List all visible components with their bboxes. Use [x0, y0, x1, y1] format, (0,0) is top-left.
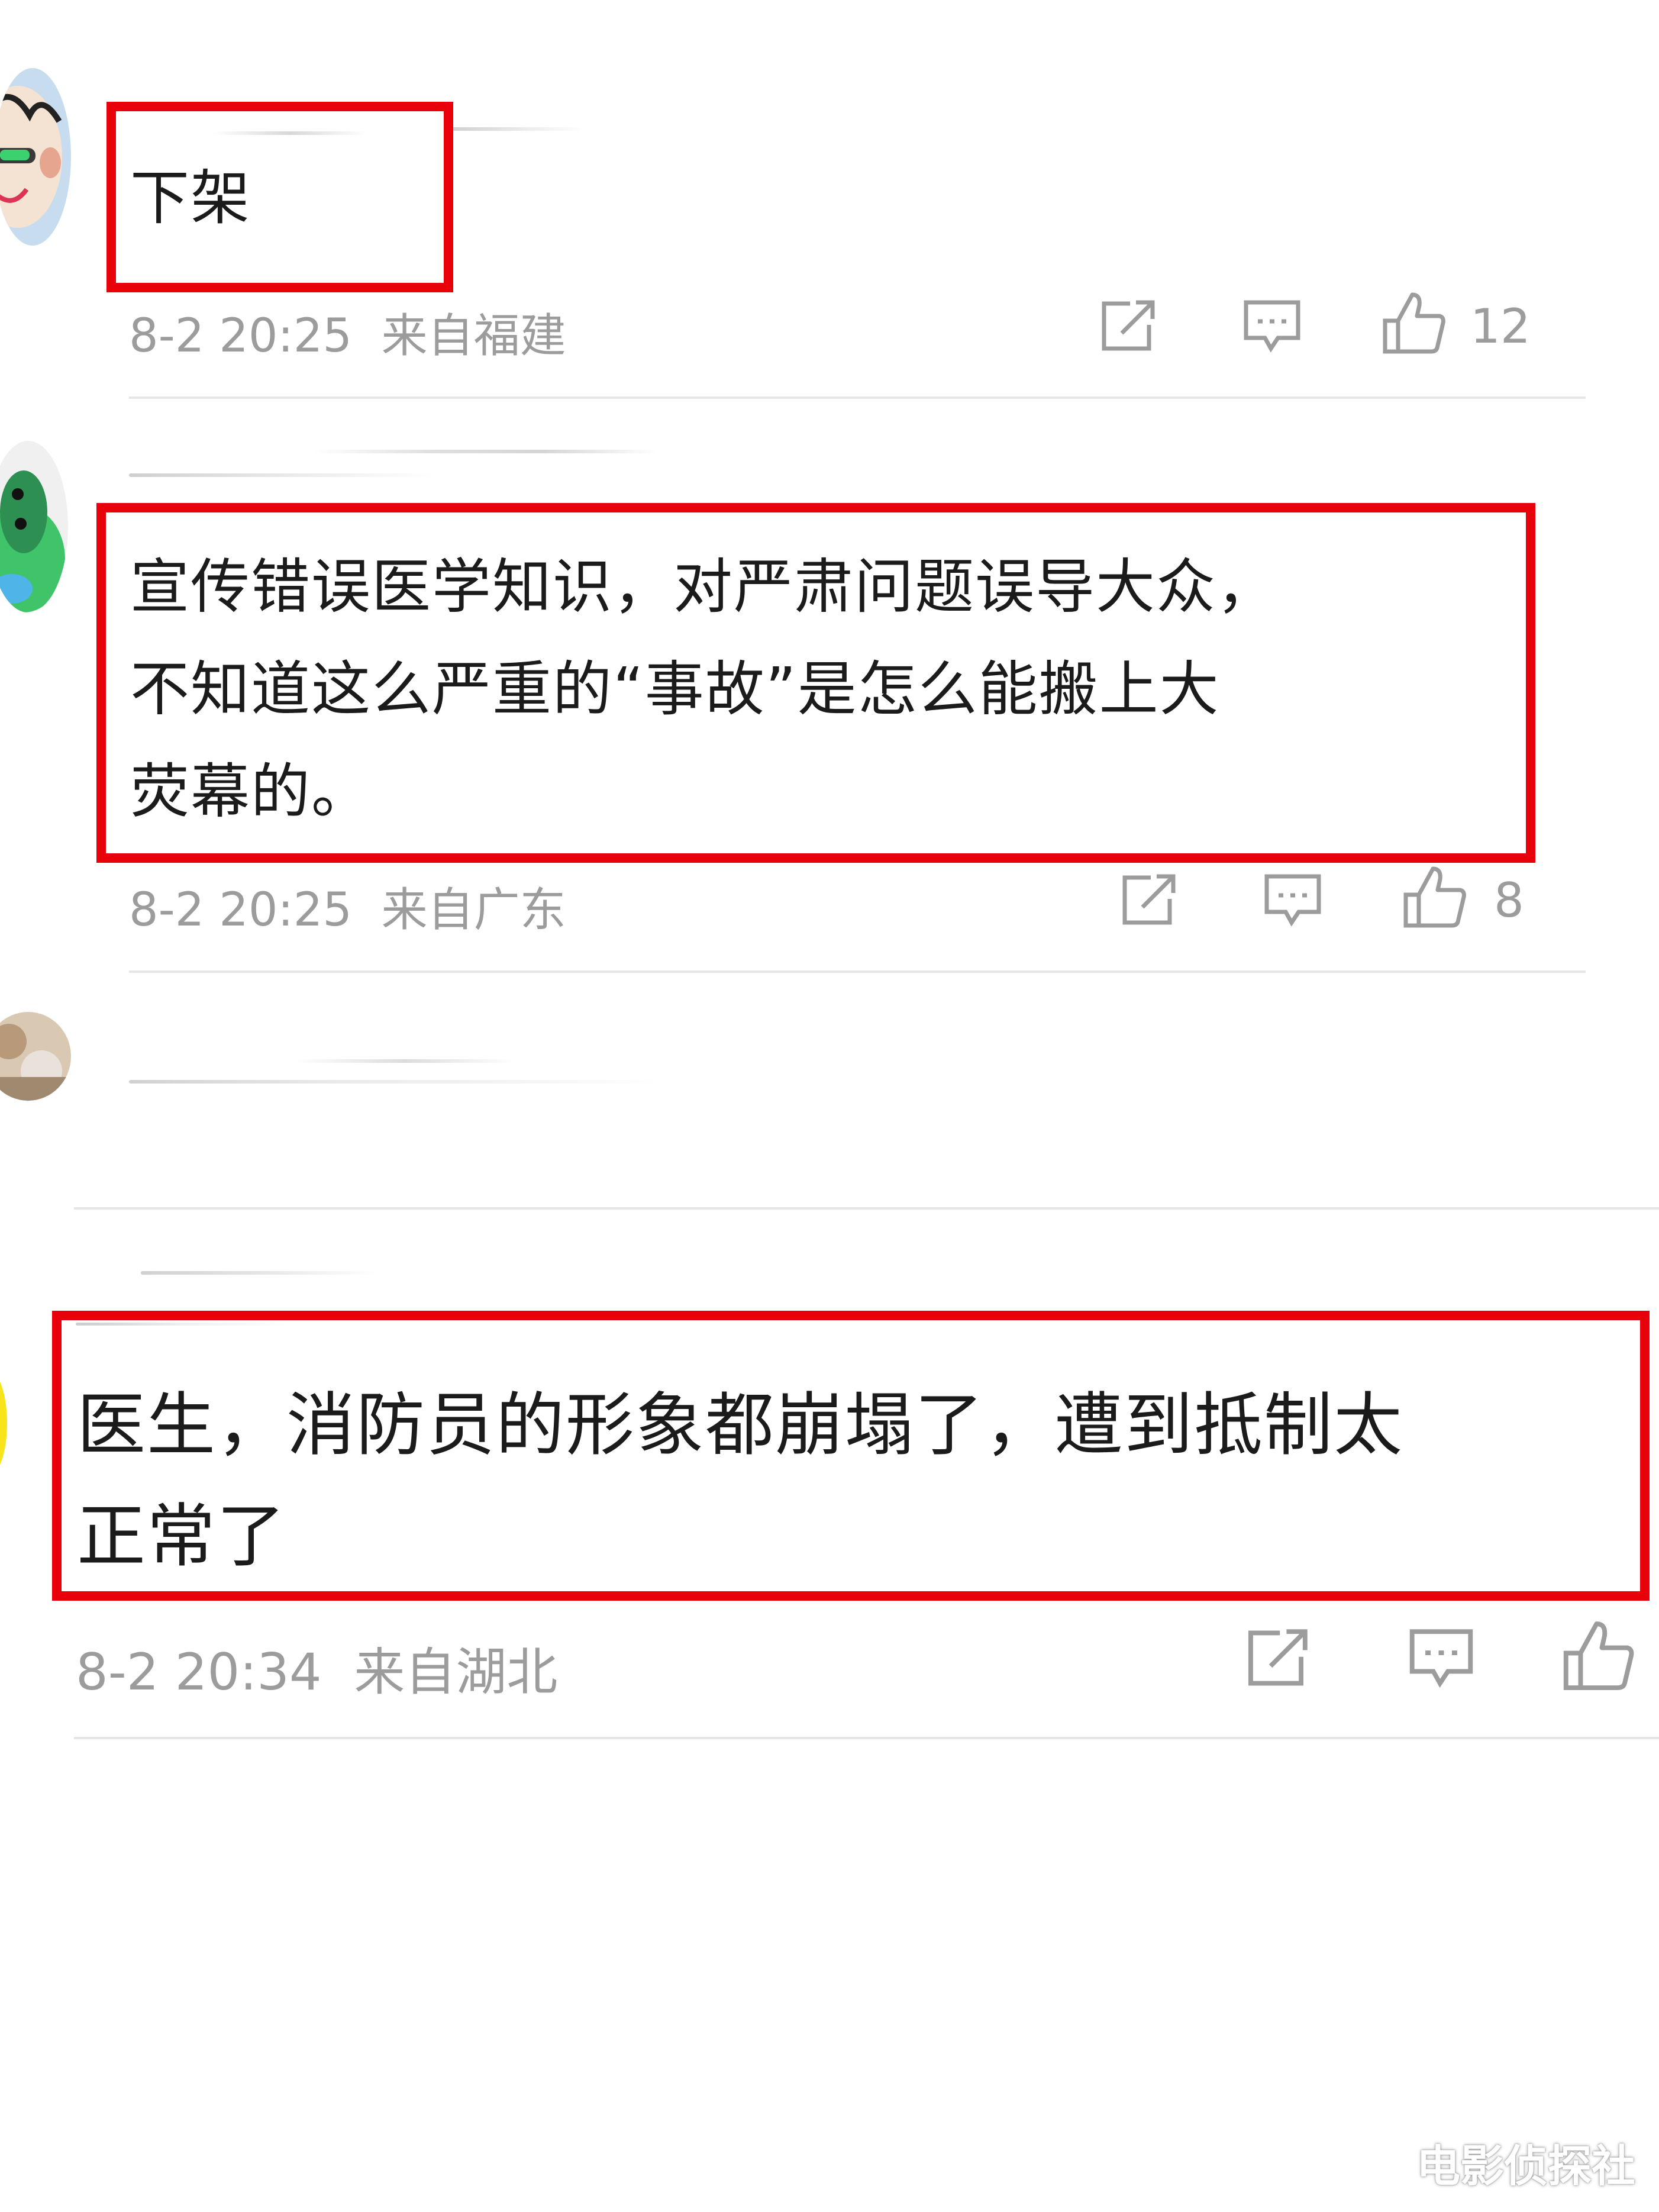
- username: [129, 1080, 661, 1084]
- avatar[interactable]: [0, 441, 68, 612]
- location: 来自湖北: [354, 1643, 558, 1702]
- like-count: 12: [1470, 299, 1531, 354]
- username: [450, 127, 586, 131]
- comment-icon[interactable]: [1263, 873, 1322, 927]
- comment-meta: 8-2 20:25 来自福建: [129, 299, 566, 365]
- timestamp: 8-2 20:25: [129, 883, 352, 937]
- comment-meta: 8-2 20:25 来自广东: [129, 873, 566, 939]
- username: [129, 473, 437, 477]
- divider: [74, 1737, 1659, 1739]
- comment-icon[interactable]: [1408, 1627, 1474, 1689]
- comment-text: 医生，消防员的形象都崩塌了，遭到抵制太 正常了: [77, 1385, 1403, 1576]
- thumbs-up-icon[interactable]: [1402, 864, 1468, 930]
- avatar[interactable]: [0, 1284, 9, 1562]
- username: [141, 1271, 377, 1275]
- location: 来自福建: [381, 309, 566, 363]
- share-icon[interactable]: [1099, 299, 1158, 353]
- comment-text: 下架: [130, 163, 251, 233]
- timestamp: 8-2 20:25: [129, 309, 352, 363]
- username: [296, 1059, 515, 1063]
- comment-icon[interactable]: [1242, 299, 1302, 353]
- crop-gap: [0, 1107, 1659, 1210]
- avatar[interactable]: [0, 1012, 71, 1101]
- share-icon[interactable]: [1120, 873, 1179, 927]
- comment-meta: 8-2 20:34 来自湖北: [76, 1630, 557, 1704]
- divider: [74, 1207, 1659, 1210]
- avatar[interactable]: [0, 68, 71, 246]
- username: [314, 450, 657, 453]
- divider: [129, 396, 1586, 399]
- like-count: 8: [1494, 873, 1524, 928]
- divider: [129, 970, 1586, 973]
- thumbs-up-icon[interactable]: [1382, 290, 1448, 356]
- watermark: 电影侦探社: [1416, 2141, 1635, 2192]
- comment-text: 宣传错误医学知识，对严肃问题误导大众， 不知道这么严重的“事故”是怎么能搬上大 …: [130, 552, 1277, 826]
- thumbs-up-icon[interactable]: [1562, 1618, 1637, 1693]
- location: 来自广东: [381, 883, 566, 937]
- timestamp: 8-2 20:34: [76, 1643, 322, 1702]
- share-icon[interactable]: [1245, 1627, 1312, 1689]
